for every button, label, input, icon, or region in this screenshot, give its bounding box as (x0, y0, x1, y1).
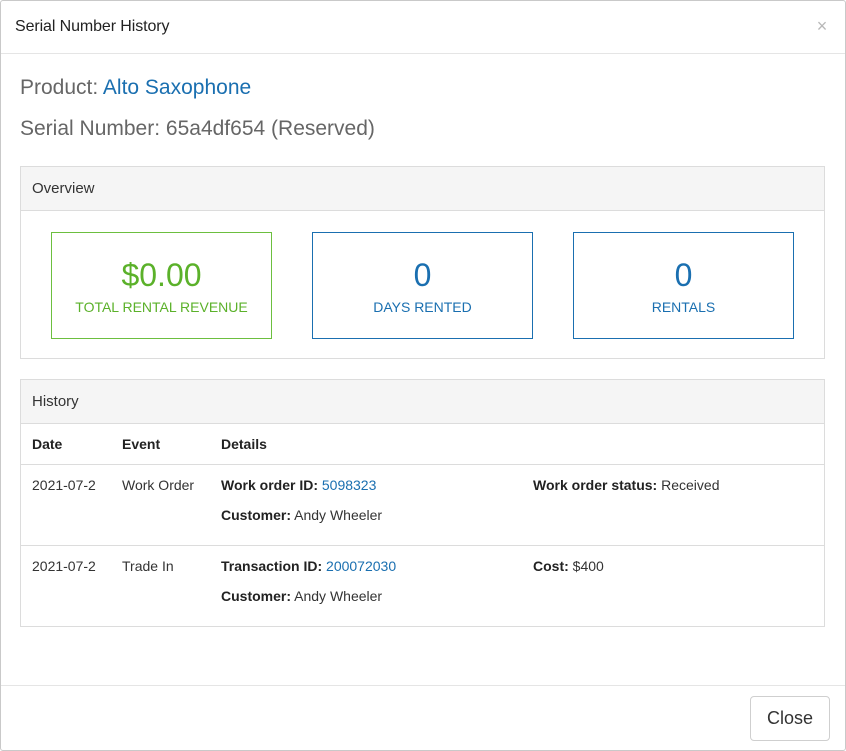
detail-extra-value: Received (661, 477, 720, 493)
row-event: Work Order (122, 477, 195, 493)
row-date: 2021-07-2 (32, 558, 96, 574)
stat-days-rented: 0 DAYS RENTED (312, 232, 533, 339)
detail-id-label: Work order ID: (221, 477, 318, 493)
column-header-event: Event (122, 436, 161, 452)
table-row: 2021-07-2 Trade In Transaction ID: 20007… (21, 546, 824, 627)
close-button[interactable]: Close (750, 696, 830, 741)
history-heading: History (21, 380, 824, 424)
detail-extra: Cost: $400 (533, 558, 604, 574)
detail-customer: Customer: Andy Wheeler (221, 507, 382, 523)
modal-header: Serial Number History × (1, 1, 845, 54)
serial-value: 65a4df654 (165, 117, 266, 140)
detail-customer-value: Andy Wheeler (294, 588, 383, 604)
serial-history-modal: Serial Number History × Product: Alto Sa… (0, 0, 846, 751)
detail-extra-value: $400 (572, 558, 604, 574)
detail-id: Transaction ID: 200072030 (221, 558, 396, 574)
column-header-details: Details (221, 436, 267, 452)
serial-number-line: Serial Number: 65a4df654 (Reserved) (20, 117, 375, 141)
transaction-id-link[interactable]: 200072030 (326, 558, 396, 574)
close-icon[interactable]: × (813, 15, 831, 37)
serial-label: Serial Number: (20, 117, 161, 140)
detail-customer-label: Customer: (221, 507, 292, 523)
stat-label: RENTALS (651, 299, 716, 315)
overview-heading: Overview (21, 167, 824, 211)
table-row: 2021-07-2 Work Order Work order ID: 5098… (21, 465, 824, 546)
detail-customer: Customer: Andy Wheeler (221, 588, 382, 604)
detail-extra-label: Cost: (533, 558, 569, 574)
stat-value: 0 (674, 257, 693, 293)
stat-total-rental-revenue: $0.00 TOTAL RENTAL REVENUE (51, 232, 272, 339)
stat-rentals: 0 RENTALS (573, 232, 794, 339)
detail-extra-label: Work order status: (533, 477, 658, 493)
serial-status: (Reserved) (271, 117, 375, 140)
stat-value: 0 (413, 257, 432, 293)
detail-customer-value: Andy Wheeler (294, 507, 383, 523)
stat-label: TOTAL RENTAL REVENUE (75, 299, 248, 315)
work-order-id-link[interactable]: 5098323 (322, 477, 377, 493)
product-link[interactable]: Alto Saxophone (103, 76, 251, 99)
history-panel: History Date Event Details 2021-07-2 Wor… (20, 379, 825, 627)
product-line: Product: Alto Saxophone (20, 76, 251, 100)
column-header-date: Date (32, 436, 63, 452)
detail-id: Work order ID: 5098323 (221, 477, 376, 493)
row-date: 2021-07-2 (32, 477, 96, 493)
product-label: Product: (20, 76, 99, 99)
detail-extra: Work order status: Received (533, 477, 719, 493)
stat-value: $0.00 (121, 257, 202, 293)
detail-customer-label: Customer: (221, 588, 292, 604)
row-event: Trade In (122, 558, 174, 574)
modal-footer: Close (1, 685, 845, 750)
detail-id-label: Transaction ID: (221, 558, 323, 574)
history-table-header: Date Event Details (21, 424, 824, 465)
overview-panel: Overview $0.00 TOTAL RENTAL REVENUE 0 DA… (20, 166, 825, 359)
modal-title: Serial Number History (15, 18, 170, 35)
stat-label: DAYS RENTED (373, 299, 472, 315)
